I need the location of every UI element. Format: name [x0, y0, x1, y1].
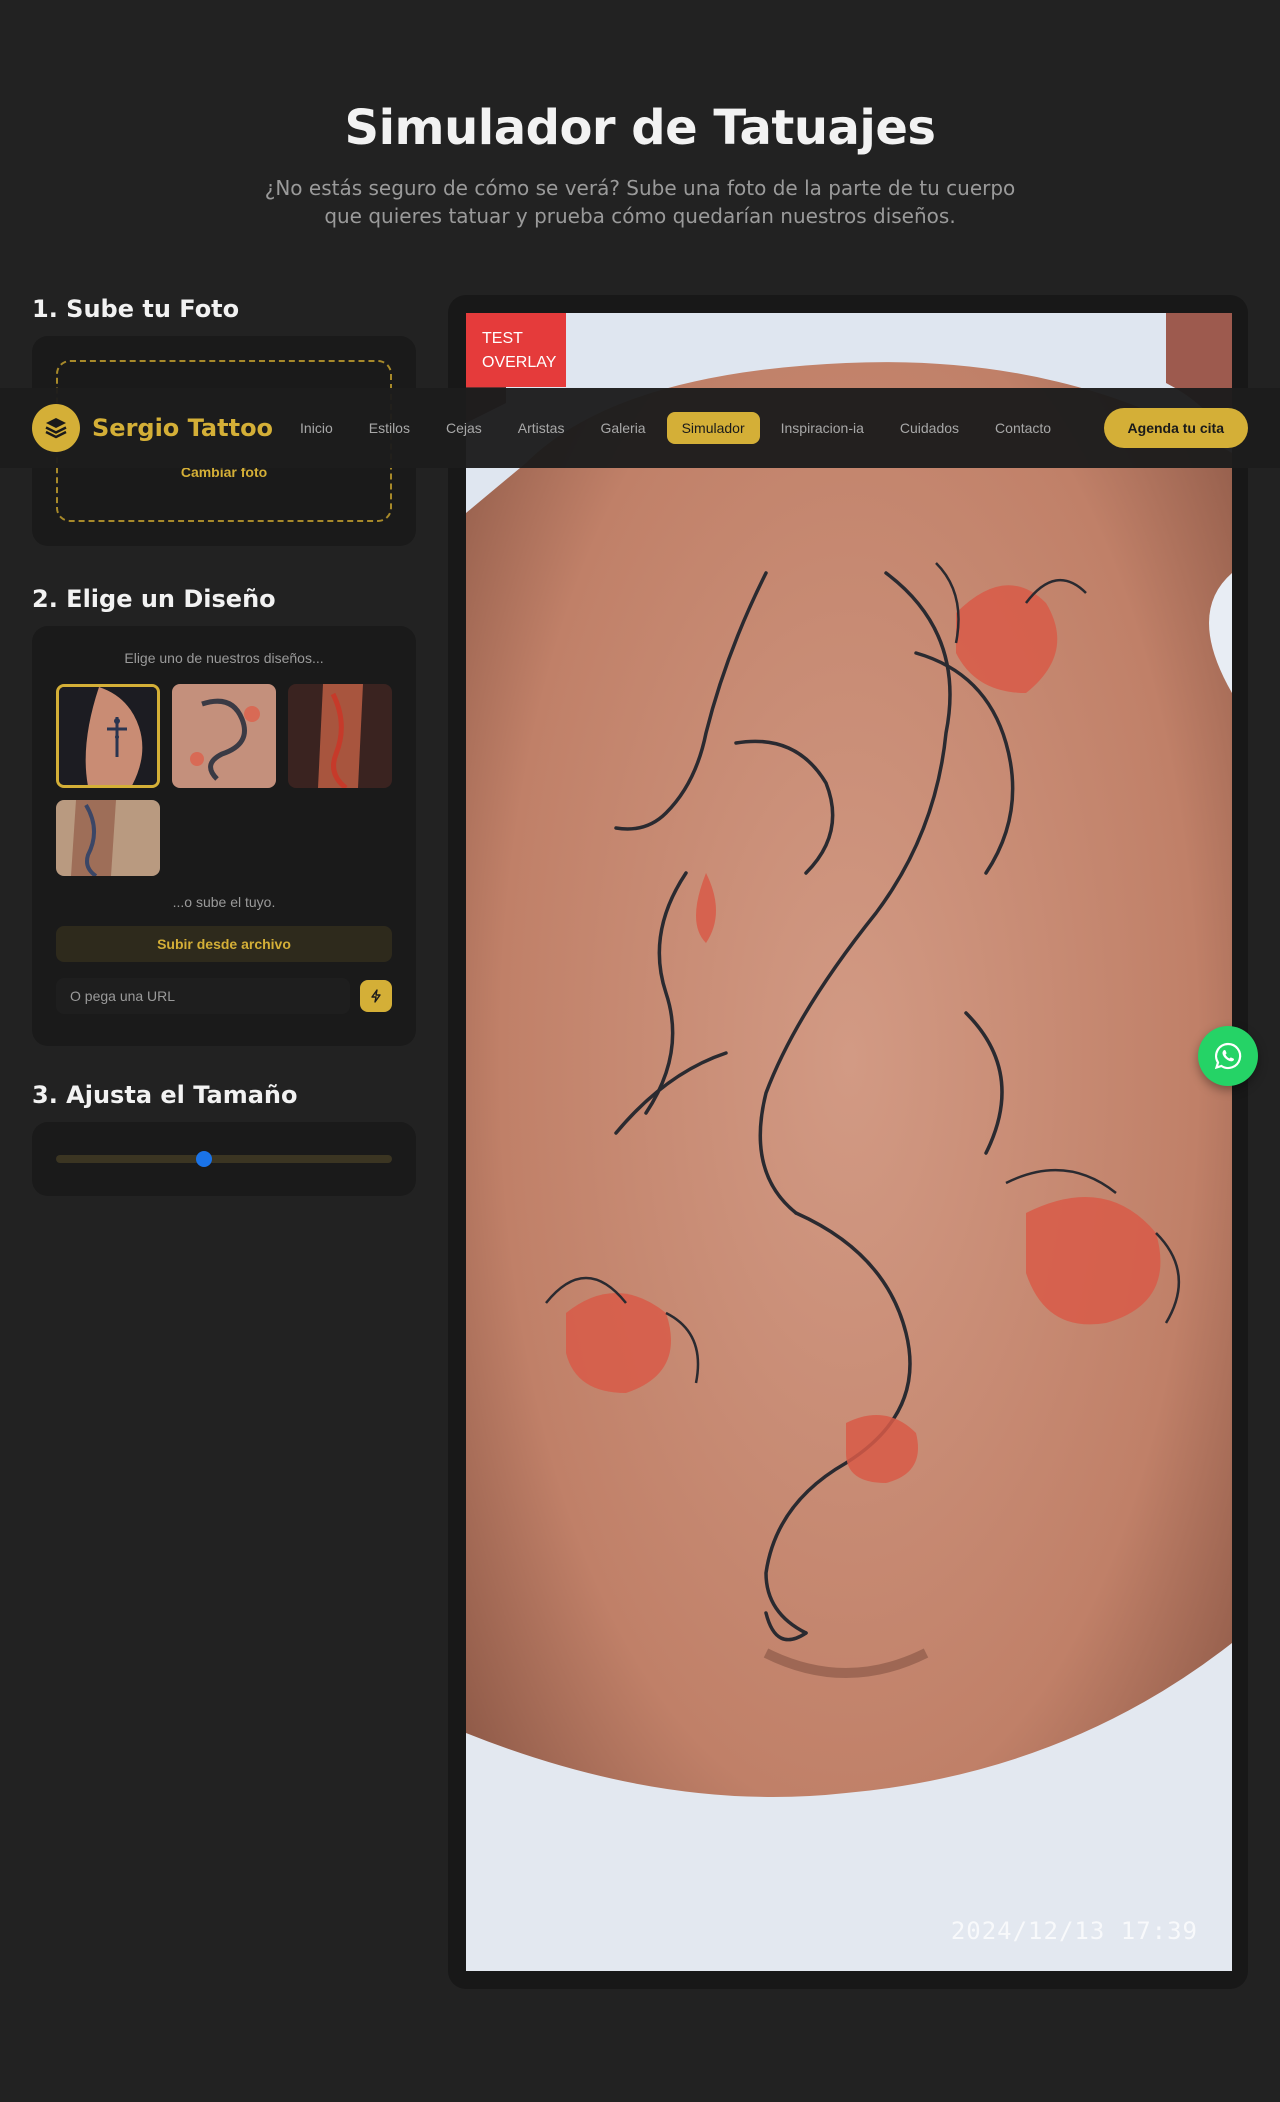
nav-item-simulador[interactable]: Simulador	[666, 412, 760, 444]
size-card	[32, 1122, 416, 1196]
size-slider[interactable]	[56, 1151, 392, 1167]
page-subtitle: ¿No estás seguro de cómo se verá? Sube u…	[264, 176, 1016, 228]
preview-image: 2024/12/13 17:39	[466, 313, 1232, 1971]
navbar: Sergio Tattoo Inicio Estilos Cejas Artistas…	[0, 388, 1280, 468]
size-slider-handle[interactable]	[195, 1151, 212, 1167]
photo-timestamp: 2024/12/13 17:39	[950, 1917, 1198, 1945]
hero: Simulador de Tatuajes ¿No estás seguro d…	[0, 100, 1280, 230]
nav-item-inicio[interactable]: Inicio	[285, 412, 348, 444]
upload-file-button[interactable]: Subir desde archivo	[56, 926, 392, 962]
step1-title: 1. Sube tu Foto	[32, 295, 240, 323]
nav-item-artistas[interactable]: Artistas	[503, 412, 580, 444]
nav-item-cejas[interactable]: Cejas	[431, 412, 497, 444]
logo[interactable]	[32, 404, 80, 452]
design-thumbnail[interactable]	[56, 684, 160, 788]
book-appointment-button[interactable]: Agenda tu cita	[1103, 408, 1248, 448]
design-picker-card: Elige uno de nuestros diseños... ...o su…	[32, 626, 416, 1046]
test-overlay-badge: TEST OVERLAY	[466, 313, 566, 387]
design-thumbnail[interactable]	[56, 800, 160, 876]
step3-title: 3. Ajusta el Tamaño	[32, 1081, 298, 1109]
url-row	[56, 978, 392, 1014]
design-thumbnail[interactable]	[172, 684, 276, 788]
design-hint: Elige uno de nuestros diseños...	[124, 650, 324, 666]
page-title: Simulador de Tatuajes	[344, 100, 936, 156]
preview-panel: TEST OVERLAY 2024/12/13 17:39	[448, 295, 1248, 1989]
nav-item-galeria[interactable]: Galeria	[585, 412, 660, 444]
layers-icon	[45, 418, 67, 439]
brand-name[interactable]: Sergio Tattoo	[92, 414, 273, 442]
url-submit-button[interactable]	[360, 980, 392, 1012]
nav-menu: Inicio Estilos Cejas Artistas Galeria Simulad…	[285, 412, 1072, 444]
whatsapp-icon	[1214, 1042, 1242, 1070]
whatsapp-button[interactable]	[1198, 1026, 1258, 1086]
nav-item-contacto[interactable]: Contacto	[980, 412, 1066, 444]
step2-title: 2. Elige un Diseño	[32, 585, 276, 613]
design-thumbnails	[56, 684, 392, 876]
bolt-icon	[371, 989, 381, 1003]
url-input[interactable]	[56, 978, 350, 1014]
nav-item-cuidados[interactable]: Cuidados	[885, 412, 974, 444]
upload-hint: ...o sube el tuyo.	[172, 894, 276, 910]
design-thumbnail[interactable]	[288, 684, 392, 788]
nav-item-inspiracion-ia[interactable]: Inspiracion-ia	[766, 412, 879, 444]
nav-item-estilos[interactable]: Estilos	[354, 412, 425, 444]
